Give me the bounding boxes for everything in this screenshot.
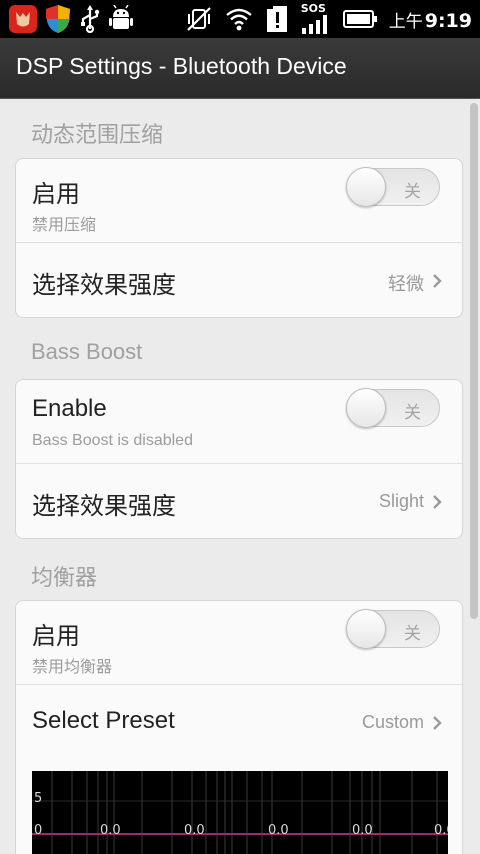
equalizer-enable-title: 启用 <box>32 623 80 650</box>
eq-band-value: 0.0 <box>352 823 373 838</box>
chevron-right-icon <box>433 274 442 288</box>
wifi-icon <box>225 8 252 31</box>
equalizer-card: 启用 禁用均衡器 关 Select Preset Custom 5 0 0.0 … <box>15 600 463 854</box>
chevron-right-icon <box>433 495 442 509</box>
equalizer-preset-value: Custom <box>361 712 424 732</box>
page-title: DSP Settings - Bluetooth Device <box>16 53 347 79</box>
bass-boost-strength-title: 选择效果强度 <box>32 493 176 520</box>
eq-axis-label-top: 5 <box>34 791 43 806</box>
signal-bars-icon <box>301 15 327 34</box>
status-bar: SOS 上午 9:19 <box>0 0 480 38</box>
eq-axis-label-zero: 0 <box>34 823 43 838</box>
usb-icon <box>81 5 100 33</box>
system-status-icons: SOS 上午 9:19 <box>185 2 472 34</box>
compression-strength-row[interactable]: 选择效果强度 轻微 <box>16 242 462 317</box>
battery-icon <box>342 10 377 28</box>
toggle-knob <box>346 609 386 649</box>
app-notification-icon <box>9 5 37 33</box>
toggle-state-label: 关 <box>404 403 421 423</box>
scrollbar[interactable] <box>470 103 478 619</box>
sd-card-alert-icon <box>266 6 287 32</box>
toggle-knob <box>346 167 386 207</box>
compression-enable-row[interactable]: 启用 禁用压缩 关 <box>16 159 462 242</box>
bass-boost-enable-row[interactable]: Enable Bass Boost is disabled 关 <box>16 380 462 463</box>
bass-boost-strength-value: Slight <box>378 491 424 511</box>
bass-boost-strength-row[interactable]: 选择效果强度 Slight <box>16 463 462 538</box>
equalizer-toggle[interactable]: 关 <box>346 609 440 649</box>
toggle-state-label: 关 <box>404 624 421 644</box>
equalizer-enable-subtitle: 禁用均衡器 <box>32 659 113 676</box>
eq-band-value: 0.0 <box>184 823 205 838</box>
compression-toggle[interactable]: 关 <box>346 167 440 207</box>
clock-ampm: 上午 <box>388 11 423 32</box>
chevron-right-icon <box>433 716 442 730</box>
equalizer-graph[interactable]: 5 0 0.0 0.0 0.0 0.0 0.0 <box>32 771 448 854</box>
toggle-knob <box>346 388 386 428</box>
shield-icon <box>46 5 70 33</box>
compression-card: 启用 禁用压缩 关 选择效果强度 轻微 <box>15 158 463 318</box>
section-header-equalizer: 均衡器 <box>31 565 98 590</box>
bass-boost-enable-title: Enable <box>32 395 107 422</box>
bass-boost-enable-subtitle: Bass Boost is disabled <box>32 432 193 449</box>
equalizer-enable-row[interactable]: 启用 禁用均衡器 关 <box>16 601 462 684</box>
clock-time: 9:19 <box>424 9 472 32</box>
eq-band-value: 0.0 <box>268 823 289 838</box>
equalizer-preset-title: Select Preset <box>32 707 175 734</box>
android-debug-icon <box>109 5 133 29</box>
compression-enable-title: 启用 <box>32 181 80 208</box>
compression-enable-subtitle: 禁用压缩 <box>32 217 97 234</box>
vibrate-off-icon <box>186 7 211 31</box>
clock: 上午 9:19 <box>389 7 472 32</box>
settings-list[interactable]: 动态范围压缩 启用 禁用压缩 关 选择效果强度 轻微 Bass Boost En… <box>0 99 480 854</box>
equalizer-preset-row[interactable]: Select Preset Custom <box>16 684 462 759</box>
equalizer-grid <box>32 771 448 854</box>
signal-indicator: SOS <box>301 2 331 34</box>
section-header-bass-boost: Bass Boost <box>31 339 143 364</box>
action-bar: DSP Settings - Bluetooth Device <box>0 38 480 99</box>
compression-strength-title: 选择效果强度 <box>32 272 176 299</box>
eq-band-value: 0.0 <box>100 823 121 838</box>
compression-strength-value: 轻微 <box>388 274 424 294</box>
bass-boost-card: Enable Bass Boost is disabled 关 选择效果强度 S… <box>15 379 463 539</box>
bass-boost-toggle[interactable]: 关 <box>346 388 440 428</box>
section-header-compression: 动态范围压缩 <box>31 122 164 147</box>
notification-icons <box>8 4 134 34</box>
eq-band-value: 0.0 <box>434 823 448 838</box>
toggle-state-label: 关 <box>404 182 421 202</box>
